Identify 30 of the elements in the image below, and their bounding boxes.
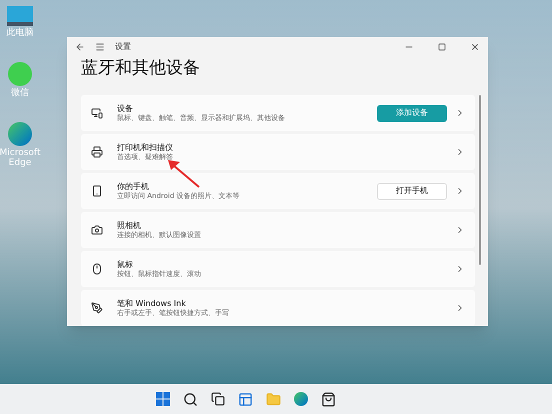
row-title: 打印机和扫描仪: [117, 142, 174, 152]
monitor-icon: [7, 6, 33, 26]
row-title: 鼠标: [117, 260, 134, 270]
phone-icon: [91, 185, 103, 197]
row-title: 照相机: [117, 220, 142, 230]
store-bag-icon[interactable]: [321, 392, 336, 406]
row-title: 设备: [117, 104, 134, 114]
close-icon[interactable]: [470, 42, 480, 52]
row-action-button[interactable]: 打开手机: [377, 182, 447, 200]
browser-icon[interactable]: [294, 392, 308, 406]
devices-icon: [91, 107, 103, 119]
browser-icon: [8, 122, 32, 146]
menu-icon[interactable]: [95, 42, 105, 52]
task-view-icon[interactable]: [211, 392, 225, 406]
maximize-icon[interactable]: [438, 43, 446, 51]
scrollbar[interactable]: [479, 95, 481, 265]
search-icon[interactable]: [183, 392, 198, 406]
camera-icon: [91, 224, 103, 236]
back-icon[interactable]: [75, 42, 85, 52]
window-title: 设置: [115, 41, 131, 53]
widgets-icon[interactable]: [238, 392, 253, 406]
windows-logo-icon[interactable]: [156, 392, 170, 406]
pointer-arrow-drawing: [168, 160, 200, 188]
mouse-icon: [91, 263, 103, 275]
pen-icon: [91, 302, 103, 314]
row-title: 你的手机: [117, 182, 150, 192]
chat-icon: [8, 62, 32, 86]
page-heading: 蓝牙和其他设备: [81, 57, 201, 79]
row-title: 笔和 Windows Ink: [117, 298, 187, 308]
printer-icon: [91, 146, 103, 158]
